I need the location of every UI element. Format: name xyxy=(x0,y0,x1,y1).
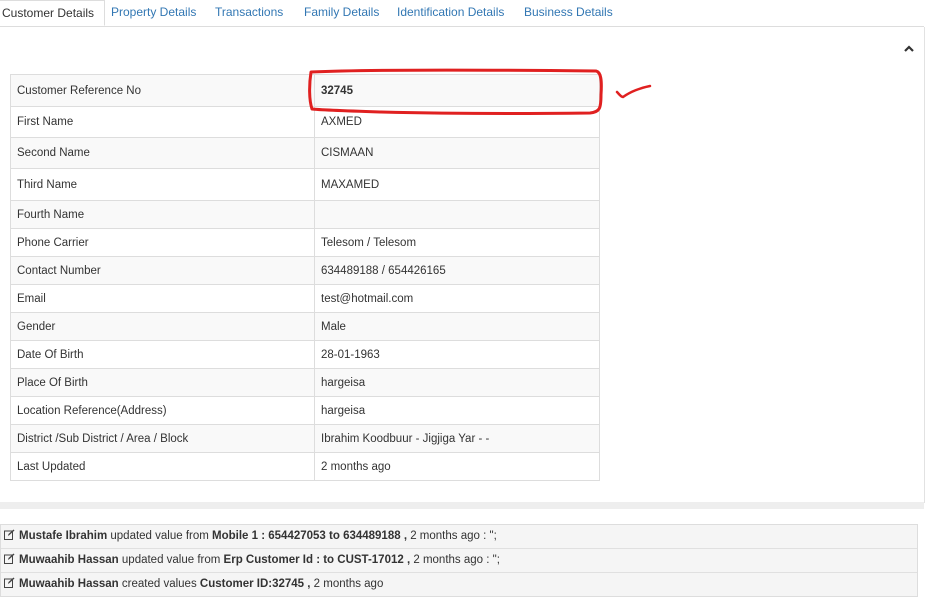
detail-value: 634489188 / 654426165 xyxy=(314,256,600,285)
table-row: District /Sub District / Area / Block Ib… xyxy=(10,424,600,453)
customer-details-table: Customer Reference No 32745 First Name A… xyxy=(10,74,600,481)
detail-value: 28-01-1963 xyxy=(314,340,600,369)
chevron-up-icon[interactable] xyxy=(903,44,915,54)
edit-icon xyxy=(4,529,15,540)
table-row: Phone Carrier Telesom / Telesom xyxy=(10,228,600,257)
table-row: Fourth Name xyxy=(10,200,600,229)
activity-log: Mustafe Ibrahim updated value from Mobil… xyxy=(0,524,918,597)
table-row: Third Name MAXAMED xyxy=(10,168,600,201)
table-row: Location Reference(Address) hargeisa xyxy=(10,396,600,425)
table-row: Second Name CISMAAN xyxy=(10,137,600,169)
detail-label: Email xyxy=(10,284,315,313)
detail-value: AXMED xyxy=(314,106,600,138)
table-row: Last Updated 2 months ago xyxy=(10,452,600,481)
detail-value: hargeisa xyxy=(314,396,600,425)
tab-family-details[interactable]: Family Details xyxy=(304,0,379,26)
detail-value: Ibrahim Koodbuur - Jigjiga Yar - - xyxy=(314,424,600,453)
activity-detail: Customer ID:32745 , xyxy=(199,578,311,590)
table-row: First Name AXMED xyxy=(10,106,600,138)
table-row: Email test@hotmail.com xyxy=(10,284,600,313)
detail-value: CISMAAN xyxy=(314,137,600,169)
activity-action: updated value from xyxy=(107,530,213,542)
detail-value: MAXAMED xyxy=(314,168,600,201)
table-row: Gender Male xyxy=(10,312,600,341)
activity-time: 2 months ago : "; xyxy=(410,554,500,566)
table-row: Customer Reference No 32745 xyxy=(10,74,600,107)
table-row: Date Of Birth 28-01-1963 xyxy=(10,340,600,369)
detail-label: Phone Carrier xyxy=(10,228,315,257)
detail-label: Place Of Birth xyxy=(10,368,315,397)
detail-value: hargeisa xyxy=(314,368,600,397)
tab-business-details[interactable]: Business Details xyxy=(524,0,613,26)
detail-value: Male xyxy=(314,312,600,341)
activity-detail: Erp Customer Id : to CUST-17012 , xyxy=(223,554,411,566)
detail-label: Contact Number xyxy=(10,256,315,285)
detail-value: 2 months ago xyxy=(314,452,600,481)
tab-transactions[interactable]: Transactions xyxy=(215,0,283,26)
tab-customer-details[interactable]: Customer Details xyxy=(0,0,106,26)
activity-user: Mustafe Ibrahim xyxy=(19,530,108,542)
detail-label: Gender xyxy=(10,312,315,341)
customer-reference-value: 32745 xyxy=(314,74,600,107)
tab-identification-details[interactable]: Identification Details xyxy=(397,0,504,26)
activity-time: 2 months ago xyxy=(310,578,384,590)
activity-user: Muwaahib Hassan xyxy=(19,554,119,566)
activity-time: 2 months ago : "; xyxy=(407,530,497,542)
edit-icon xyxy=(4,553,15,564)
detail-value: Telesom / Telesom xyxy=(314,228,600,257)
activity-action: created values xyxy=(118,578,200,590)
detail-label: Customer Reference No xyxy=(10,74,315,107)
activity-user: Muwaahib Hassan xyxy=(19,578,119,590)
list-item: Mustafe Ibrahim updated value from Mobil… xyxy=(1,525,917,549)
table-row: Contact Number 634489188 / 654426165 xyxy=(10,256,600,285)
list-item: Muwaahib Hassan updated value from Erp C… xyxy=(1,549,917,573)
detail-label: Second Name xyxy=(10,137,315,169)
detail-label: Date Of Birth xyxy=(10,340,315,369)
detail-value xyxy=(314,200,600,229)
activity-detail: Mobile 1 : 654427053 to 634489188 , xyxy=(212,530,408,542)
detail-label: Location Reference(Address) xyxy=(10,396,315,425)
tab-property-details[interactable]: Property Details xyxy=(111,0,196,26)
detail-label: First Name xyxy=(10,106,315,138)
detail-label: District /Sub District / Area / Block xyxy=(10,424,315,453)
detail-value: test@hotmail.com xyxy=(314,284,600,313)
detail-label: Fourth Name xyxy=(10,200,315,229)
activity-action: updated value from xyxy=(118,554,224,566)
panel-footer xyxy=(0,502,924,509)
detail-label: Third Name xyxy=(10,168,315,201)
tab-bar: Customer Details Property Details Transa… xyxy=(0,0,924,27)
list-item: Muwaahib Hassan created values Customer … xyxy=(1,573,917,596)
detail-label: Last Updated xyxy=(10,452,315,481)
edit-icon xyxy=(4,577,15,588)
table-row: Place Of Birth hargeisa xyxy=(10,368,600,397)
